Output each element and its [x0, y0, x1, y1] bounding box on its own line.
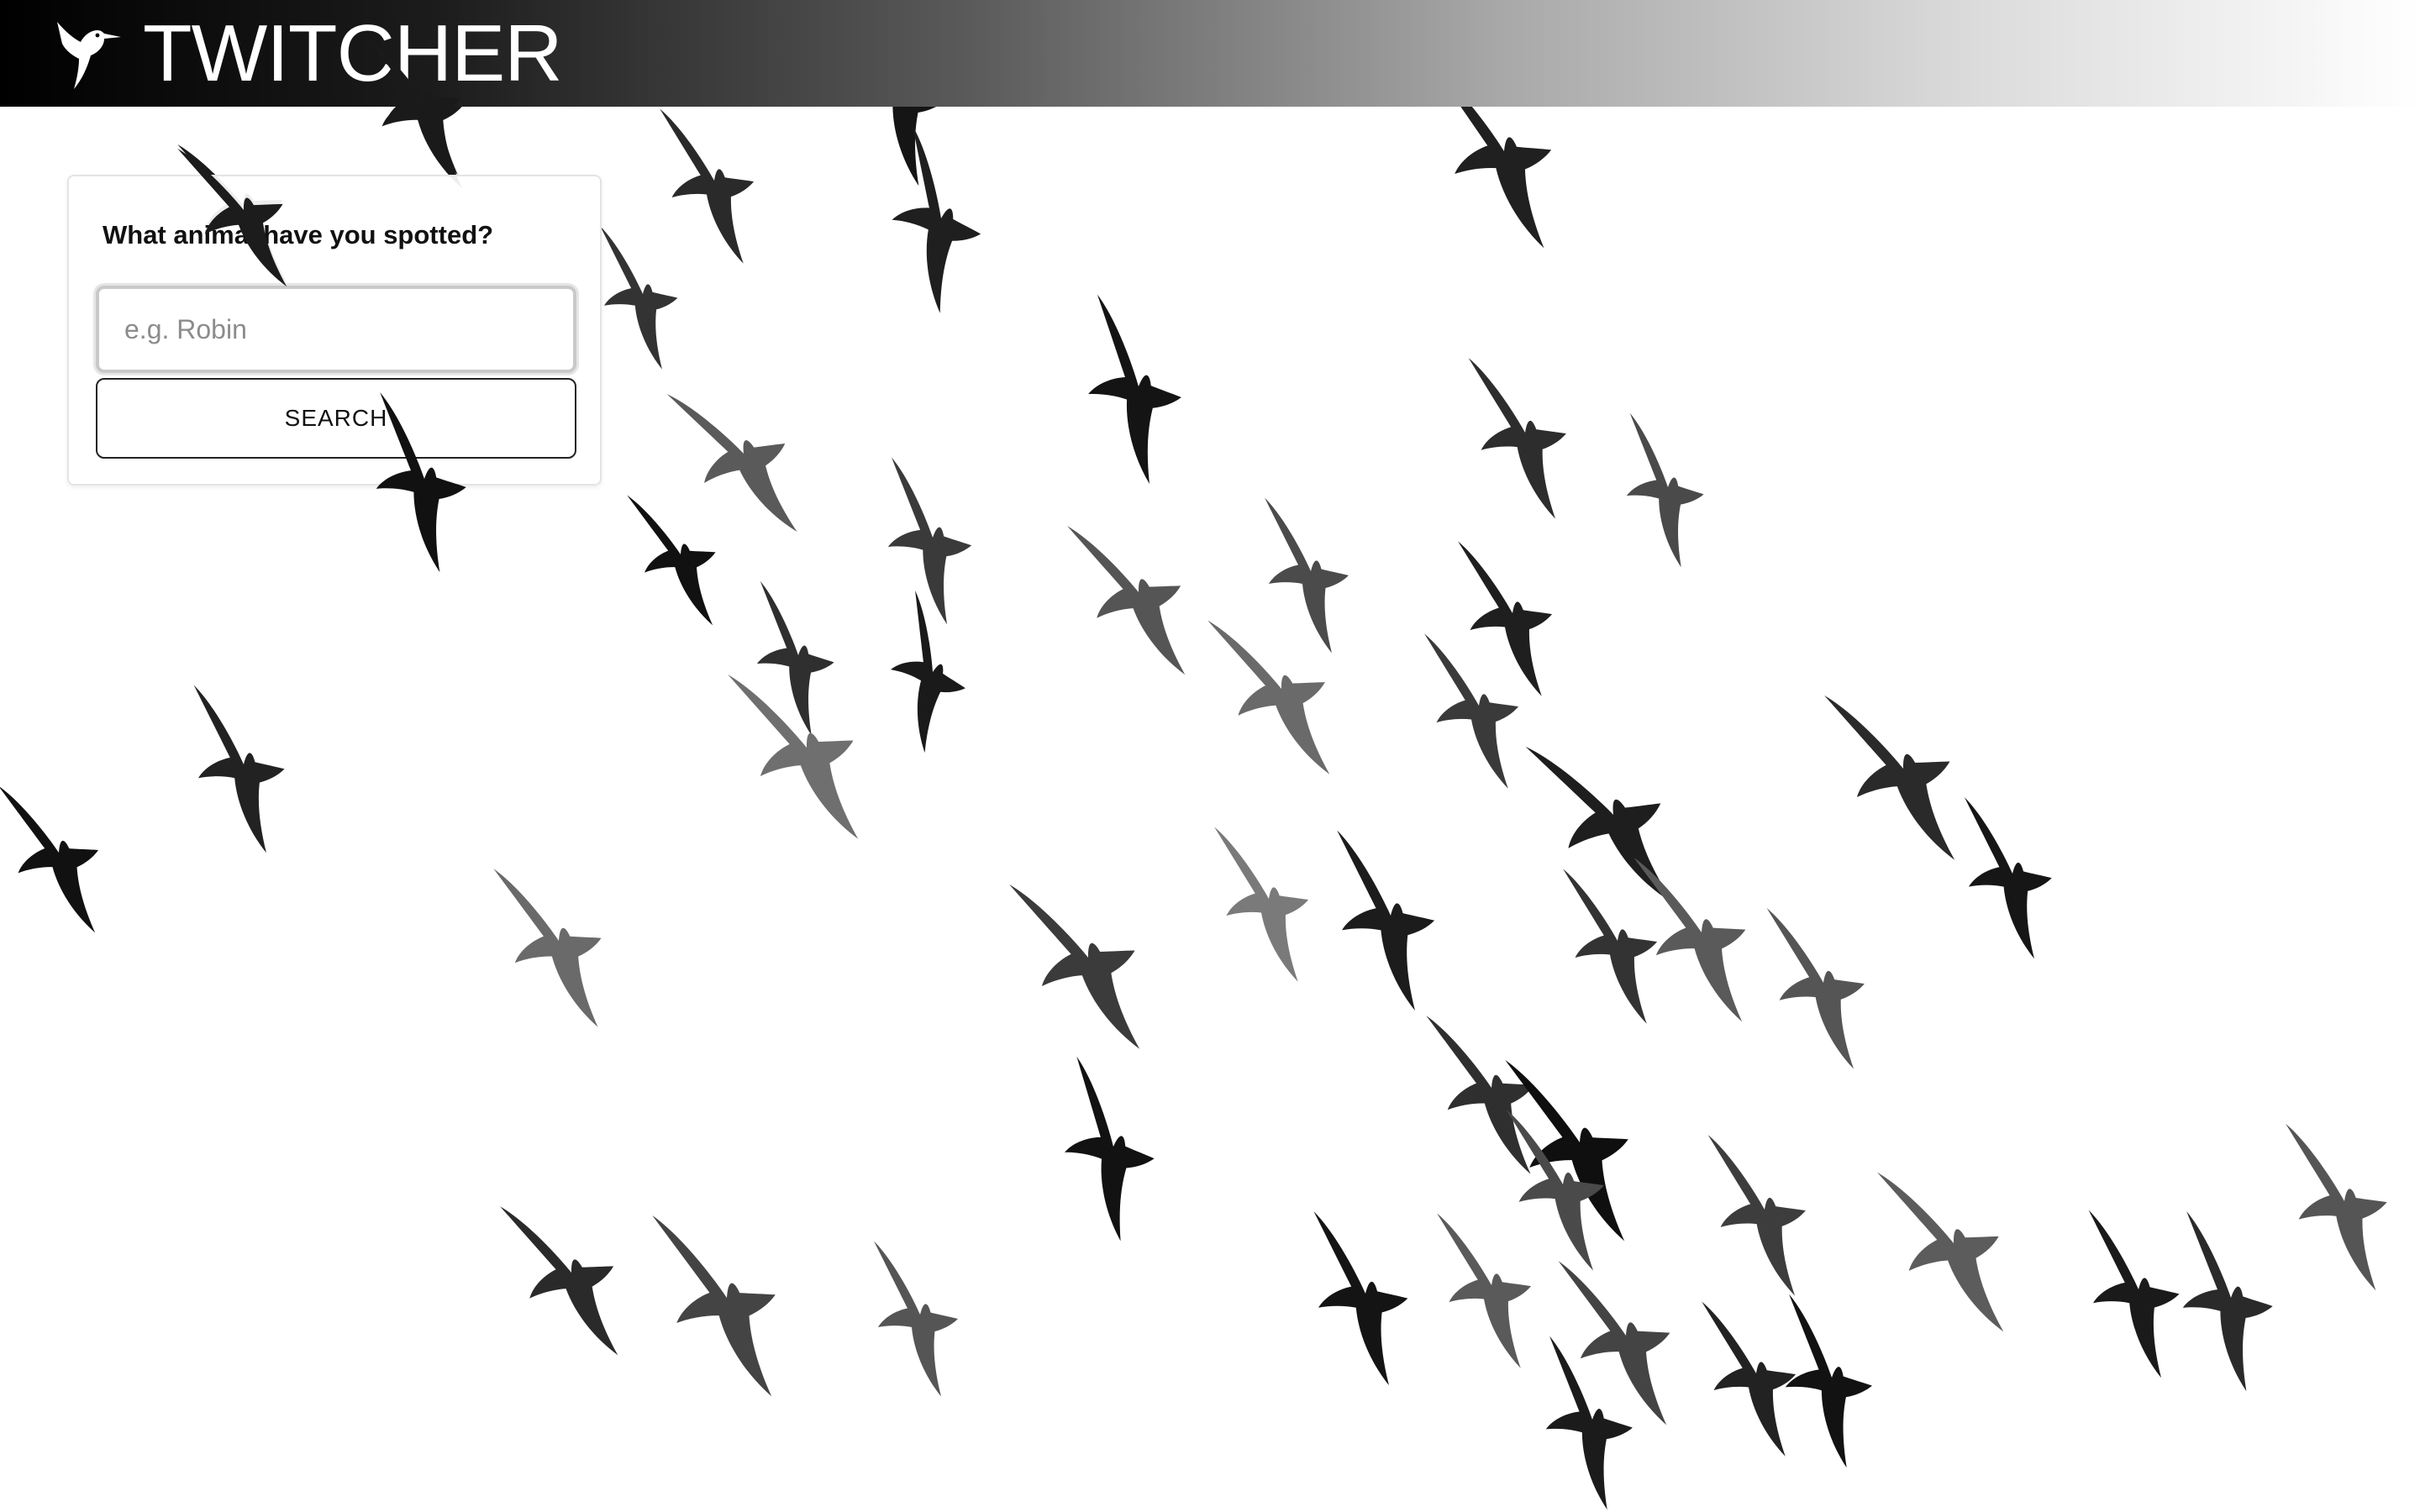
hummingbird-icon	[57, 22, 121, 89]
bird	[1702, 1294, 1803, 1462]
bird	[747, 580, 841, 738]
bird	[1458, 533, 1560, 702]
bird	[500, 1182, 636, 1375]
bird	[864, 591, 992, 759]
bird	[1046, 1056, 1170, 1245]
bird	[1437, 1205, 1539, 1374]
bird	[1265, 497, 1349, 654]
bird	[660, 101, 761, 270]
bird	[666, 361, 815, 558]
bird	[1707, 1126, 1813, 1303]
bird	[1214, 819, 1316, 988]
bird	[1877, 1146, 2023, 1353]
bird	[2171, 1211, 2281, 1394]
bird	[493, 852, 617, 1041]
bird	[867, 125, 1004, 318]
bird	[1313, 1211, 1408, 1386]
bird	[1072, 294, 1194, 487]
bird	[600, 226, 678, 370]
bird	[2286, 1115, 2395, 1298]
bird	[1009, 857, 1160, 1071]
bird	[627, 481, 729, 637]
bird	[2088, 1210, 2180, 1378]
bird	[874, 1241, 958, 1397]
bird	[1617, 412, 1711, 570]
bird	[1563, 861, 1665, 1030]
header-bar: TWITCHER	[0, 0, 2420, 107]
bird	[652, 1196, 793, 1412]
search-prompt: What animal have you spotted?	[103, 220, 494, 249]
bird	[877, 457, 979, 627]
page: TWITCHER What animal have you spotted? S…	[0, 0, 2420, 1512]
bird	[0, 770, 113, 945]
bird	[1964, 797, 2052, 959]
bird	[1207, 595, 1349, 795]
bird	[1558, 1243, 1686, 1439]
bird	[1468, 349, 1574, 526]
bird	[1774, 1294, 1880, 1470]
bird	[1766, 900, 1872, 1076]
animal-search-input[interactable]	[96, 286, 576, 373]
bird	[193, 685, 285, 853]
search-card: What animal have you spotted? SEARCH	[67, 175, 602, 486]
bird	[1067, 501, 1203, 695]
brand-title: TWITCHER	[143, 8, 563, 98]
bird	[1424, 626, 1526, 795]
search-button[interactable]: SEARCH	[96, 378, 576, 459]
bird	[1824, 668, 1975, 882]
bird	[1337, 830, 1435, 1011]
